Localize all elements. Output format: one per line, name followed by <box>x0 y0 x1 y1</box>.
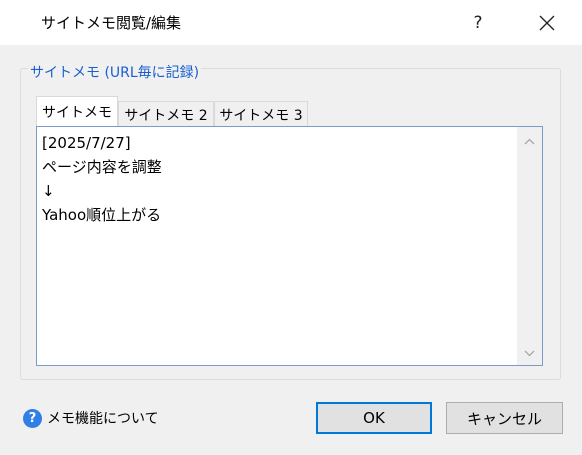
tab-site-memo-2[interactable]: サイトメモ 2 <box>118 101 214 127</box>
ok-button[interactable]: OK <box>316 402 432 434</box>
cancel-button[interactable]: キャンセル <box>446 402 563 434</box>
close-button[interactable] <box>522 0 572 45</box>
memo-help-link[interactable]: ? メモ機能について <box>23 407 159 429</box>
scroll-down-button[interactable] <box>517 343 542 363</box>
chevron-up-icon <box>524 138 535 144</box>
close-icon <box>539 15 555 30</box>
window-title: サイトメモ閲覧/編集 <box>41 14 182 32</box>
groupbox-label: サイトメモ (URL毎に記録) <box>28 62 202 82</box>
help-button[interactable]: ? <box>456 0 500 45</box>
memo-textarea[interactable]: [2025/7/27] ページ内容を調整 ↓ Yahoo順位上がる <box>36 126 543 366</box>
chevron-down-icon <box>524 350 535 356</box>
tab-site-memo-3[interactable]: サイトメモ 3 <box>214 101 308 127</box>
title-bar: サイトメモ閲覧/編集 ? <box>0 0 582 45</box>
help-link-label[interactable]: メモ機能について <box>47 408 159 428</box>
vertical-scrollbar[interactable] <box>517 127 542 365</box>
memo-text[interactable]: [2025/7/27] ページ内容を調整 ↓ Yahoo順位上がる <box>42 131 512 227</box>
scroll-up-button[interactable] <box>517 131 542 151</box>
tab-site-memo[interactable]: サイトメモ <box>36 96 118 127</box>
dialog-body: サイトメモ (URL毎に記録) サイトメモ サイトメモ 2 サイトメモ 3 [2… <box>0 45 582 455</box>
help-icon: ? <box>23 408 42 428</box>
